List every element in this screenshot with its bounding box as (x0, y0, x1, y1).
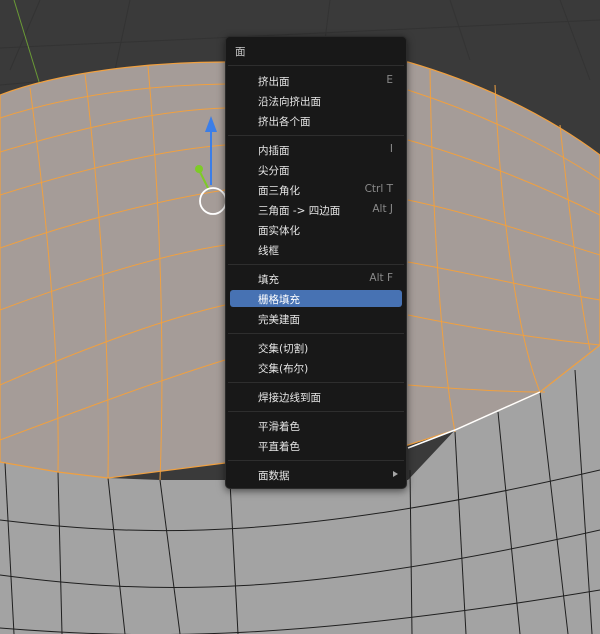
menu-item[interactable]: 尖分面 (230, 161, 402, 178)
menu-separator (228, 411, 404, 412)
menu-item-label: 面数据 (258, 470, 290, 482)
menu-item[interactable]: 沿法向挤出面 (230, 92, 402, 109)
menu-item[interactable]: 交集(布尔) (230, 359, 402, 376)
menu-item[interactable]: 挤出面 E (230, 72, 402, 89)
menu-item-label: 焊接边线到面 (258, 392, 321, 404)
face-context-menu: 面挤出面 E 沿法向挤出面 挤出各个面内插面 I 尖分面面三角化 Ctrl T 三角面 -> … (225, 36, 407, 489)
menu-item[interactable]: 平直着色 (230, 437, 402, 454)
menu-item-label: 平直着色 (258, 441, 300, 453)
menu-separator (228, 382, 404, 383)
menu-separator (228, 264, 404, 265)
menu-item[interactable]: 挤出各个面 (230, 112, 402, 129)
menu-item-label: 尖分面 (258, 165, 290, 177)
z-axis-line (13, 0, 41, 86)
menu-item-label: 面三角化 (258, 185, 300, 197)
menu-item-face-data[interactable]: 面数据 (230, 466, 402, 483)
menu-item-label: 挤出各个面 (258, 116, 311, 128)
menu-item-label: 栅格填充 (258, 294, 300, 306)
menu-item-label: 内插面 (258, 145, 290, 157)
menu-item[interactable]: 三角面 -> 四边面 Alt J (230, 201, 402, 218)
menu-separator (228, 135, 404, 136)
menu-separator (228, 333, 404, 334)
menu-item-label: 三角面 -> 四边面 (258, 205, 341, 217)
menu-item[interactable]: 栅格填充 (230, 290, 402, 307)
menu-separator (228, 65, 404, 66)
menu-item-label: 交集(布尔) (258, 363, 309, 375)
menu-item[interactable]: 面三角化 Ctrl T (230, 181, 402, 198)
menu-item-label: 交集(切割) (258, 343, 309, 355)
menu-item[interactable]: 线框 (230, 241, 402, 258)
menu-item[interactable]: 焊接边线到面 (230, 388, 402, 405)
menu-separator (228, 460, 404, 461)
menu-item-shortcut: Alt J (372, 203, 393, 215)
menu-item[interactable]: 交集(切割) (230, 339, 402, 356)
menu-item[interactable]: 面实体化 (230, 221, 402, 238)
menu-item-label: 沿法向挤出面 (258, 96, 321, 108)
submenu-arrow-icon (393, 471, 398, 477)
menu-item-label: 完美建面 (258, 314, 300, 326)
menu-item[interactable]: 平滑着色 (230, 417, 402, 434)
gizmo-y-handle[interactable] (195, 165, 203, 173)
menu-item-label: 填充 (258, 274, 279, 286)
menu-title: 面 (235, 46, 246, 58)
menu-item-label: 面实体化 (258, 225, 300, 237)
menu-item-shortcut: Ctrl T (364, 183, 393, 195)
menu-item[interactable]: 填充 Alt F (230, 270, 402, 287)
menu-item[interactable]: 内插面 I (230, 141, 402, 158)
menu-item-shortcut: Alt F (369, 272, 393, 284)
menu-item[interactable]: 完美建面 (230, 310, 402, 327)
menu-item-shortcut: I (389, 143, 393, 155)
menu-item-label: 挤出面 (258, 76, 290, 88)
menu-item-label: 平滑着色 (258, 421, 300, 433)
menu-item-label: 线框 (258, 245, 279, 257)
menu-item-shortcut: E (386, 74, 393, 86)
